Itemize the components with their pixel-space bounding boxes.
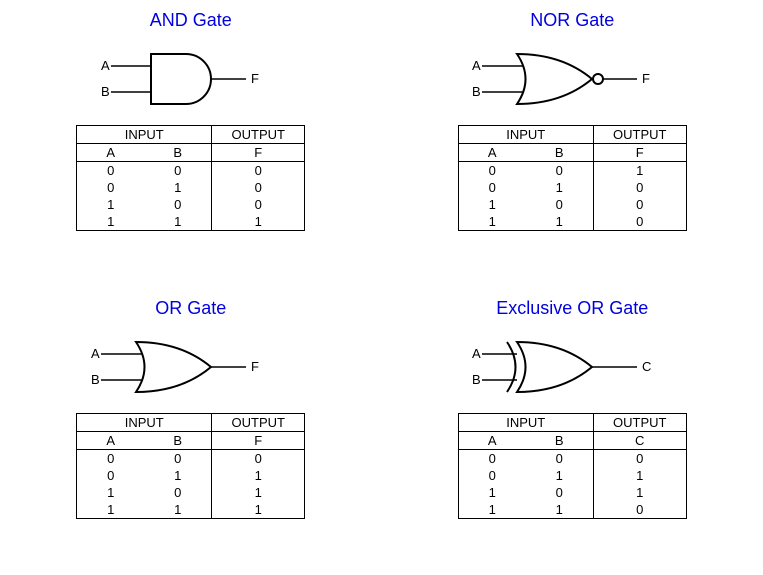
- gate-nor: NOR Gate A B F INPUTOUTPUT ABF 001010100…: [382, 0, 763, 288]
- or-gate-symbol: A B F: [81, 327, 301, 407]
- gate-and: AND Gate A B F INPUTOUTPUT ABF 000010100…: [0, 0, 382, 288]
- output-label: C: [642, 359, 651, 374]
- input-b-label: B: [472, 84, 481, 99]
- table-row: 100: [77, 196, 305, 213]
- gate-title: AND Gate: [150, 10, 232, 31]
- truth-table-or: INPUTOUTPUT ABF 000011101111: [76, 413, 305, 519]
- input-a-label: A: [91, 346, 100, 361]
- input-b-label: B: [101, 84, 110, 99]
- input-b-label: B: [91, 372, 100, 387]
- output-label: F: [642, 71, 650, 86]
- table-row: 000: [458, 449, 686, 467]
- truth-table-nor: INPUTOUTPUT ABF 001010100110: [458, 125, 687, 231]
- nor-gate-symbol: A B F: [462, 39, 682, 119]
- xor-gate-symbol: A B C: [462, 327, 682, 407]
- gate-or: OR Gate A B F INPUTOUTPUT ABF 0000111011…: [0, 288, 382, 575]
- output-label: F: [251, 359, 259, 374]
- table-row: 111: [77, 213, 305, 231]
- truth-table-xor: INPUTOUTPUT ABC 000011101110: [458, 413, 687, 519]
- table-row: 011: [77, 467, 305, 484]
- table-row: 000: [77, 449, 305, 467]
- input-a-label: A: [101, 58, 110, 73]
- gate-title: Exclusive OR Gate: [496, 298, 648, 319]
- table-row: 010: [77, 179, 305, 196]
- gate-xor: Exclusive OR Gate A B C INPUTOUTPUT ABC …: [382, 288, 763, 575]
- table-row: 000: [77, 162, 305, 180]
- table-row: 100: [458, 196, 686, 213]
- table-row: 010: [458, 179, 686, 196]
- table-row: 110: [458, 213, 686, 231]
- input-a-label: A: [472, 346, 481, 361]
- table-row: 101: [458, 484, 686, 501]
- inverter-bubble-icon: [593, 74, 603, 84]
- table-row: 011: [458, 467, 686, 484]
- table-row: 101: [77, 484, 305, 501]
- gate-title: NOR Gate: [530, 10, 614, 31]
- output-label: F: [251, 71, 259, 86]
- gate-title: OR Gate: [155, 298, 226, 319]
- table-row: 110: [458, 501, 686, 519]
- input-b-label: B: [472, 372, 481, 387]
- and-gate-symbol: A B F: [91, 39, 291, 119]
- input-a-label: A: [472, 58, 481, 73]
- table-row: 001: [458, 162, 686, 180]
- truth-table-and: INPUTOUTPUT ABF 000010100111: [76, 125, 305, 231]
- table-row: 111: [77, 501, 305, 519]
